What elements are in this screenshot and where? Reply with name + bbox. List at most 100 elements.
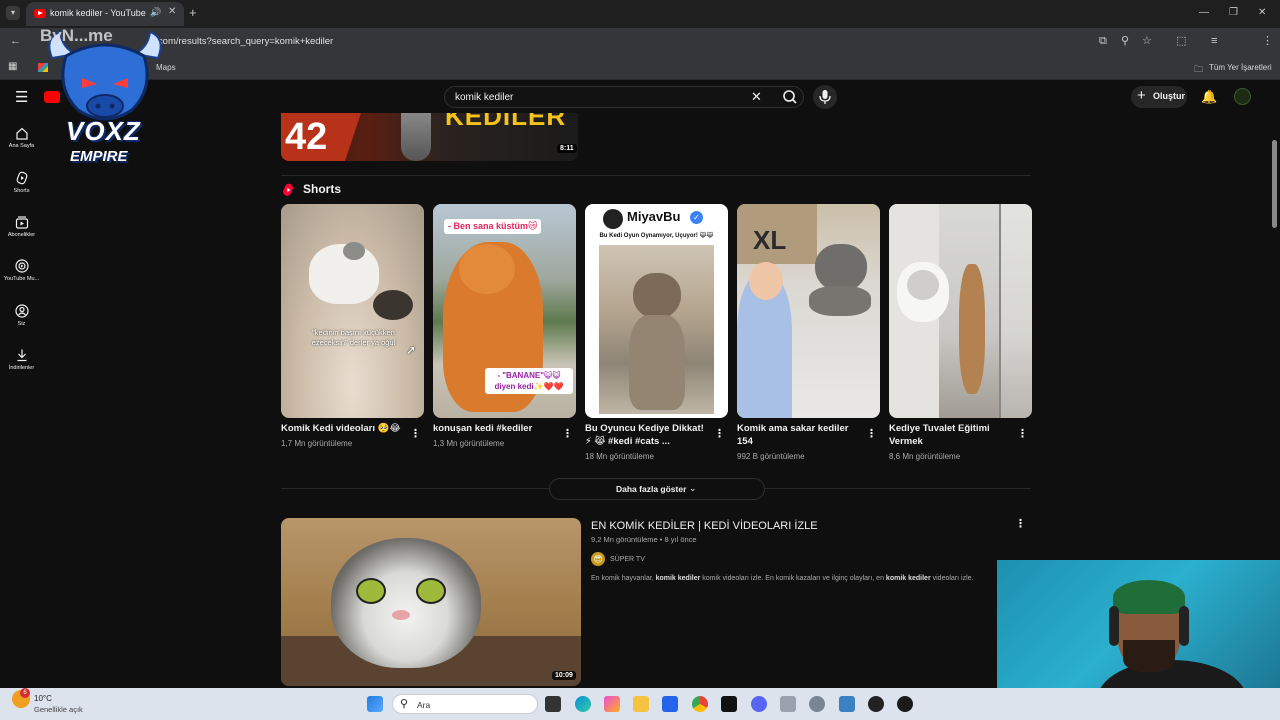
cat-head-image	[815, 244, 867, 292]
create-button[interactable]: + Oluştur	[1131, 86, 1187, 108]
short-thumbnail-4[interactable]: XL	[737, 204, 880, 418]
mouse-cursor-icon: ➚	[406, 343, 417, 357]
task-view-icon[interactable]	[545, 696, 561, 712]
show-more-label: Daha fazla göster	[616, 484, 687, 494]
channel-avatar[interactable]: 😎	[591, 552, 605, 566]
nav-item-shorts[interactable]: Shorts	[0, 171, 43, 194]
short-views-2: 1,3 Mn görüntüleme	[433, 439, 505, 448]
apps-grid-icon[interactable]: ▦	[8, 61, 17, 72]
channel-name: MiyavBu	[627, 209, 681, 224]
short-thumbnail-5[interactable]	[889, 204, 1032, 418]
search-input[interactable]: komik kediler	[455, 92, 513, 103]
hamburger-menu-icon[interactable]: ☰	[15, 88, 28, 106]
kitten-image	[373, 290, 413, 320]
shorts-heading: Shorts	[303, 182, 342, 196]
new-tab-button[interactable]: +	[189, 6, 197, 20]
nav-item-downloads[interactable]: İndirilenler	[0, 348, 43, 371]
copilot-icon[interactable]	[604, 696, 620, 712]
browser-tab-active[interactable]: komik kediler - YouTube 🔊 ✕	[26, 2, 184, 26]
nav-label-youtube-music: YouTube Mu...	[3, 276, 40, 282]
subscriptions-icon	[15, 216, 28, 229]
short-title-1[interactable]: Komik Kedi videoları 🥺😂	[281, 422, 403, 435]
bookmark-star-icon[interactable]: ☆	[1142, 35, 1152, 47]
toilet-bowl-image	[907, 270, 939, 300]
youtube-favicon-icon	[34, 9, 46, 18]
chrome-icon[interactable]	[692, 696, 708, 712]
extensions-icon[interactable]: ⬚	[1176, 35, 1186, 47]
restore-button[interactable]: ❐	[1229, 7, 1238, 18]
app-icon[interactable]	[897, 696, 913, 712]
page-scrollbar[interactable]	[1272, 140, 1277, 228]
cat-eye-left-image	[356, 578, 386, 604]
windows-start-icon[interactable]	[367, 696, 383, 712]
top-video-thumbnail[interactable]: 42 KEDİLER 8:11	[281, 113, 578, 161]
tab-search-dropdown[interactable]: ▾	[6, 6, 20, 20]
all-bookmarks[interactable]: Tüm Yer İşaretleri	[1209, 63, 1272, 72]
short-title-3[interactable]: Bu Oyuncu Kediye Dikkat! ⚡ 😹 #kedi #cats…	[585, 422, 707, 448]
audio-playing-icon[interactable]: 🔊	[150, 7, 161, 18]
browser-menu-icon[interactable]: ⋮	[1262, 35, 1273, 47]
short-title-2[interactable]: konuşan kedi #kediler	[433, 422, 555, 435]
short-menu-4[interactable]: ⋮	[866, 427, 877, 440]
discord-icon[interactable]	[751, 696, 767, 712]
result-video-thumbnail[interactable]: 10:09	[281, 518, 581, 686]
media-controls-icon[interactable]: ≡	[1211, 35, 1217, 47]
short-menu-3[interactable]: ⋮	[714, 427, 725, 440]
short-menu-1[interactable]: ⋮	[410, 427, 421, 440]
obs-icon[interactable]	[868, 696, 884, 712]
file-explorer-icon[interactable]	[633, 696, 649, 712]
user-circle-icon	[14, 304, 29, 318]
short-thumbnail-3[interactable]: MiyavBu ✓ Bu Kedi Oyun Oynamıyor, Uçuyor…	[585, 204, 728, 418]
video-duration: 10:09	[552, 671, 576, 680]
settings-gear-icon[interactable]	[809, 696, 825, 712]
back-arrow-icon[interactable]: ←	[10, 35, 21, 47]
edge-icon[interactable]	[575, 696, 591, 712]
channel-logo-overlay: VOXZ EMPIRE	[42, 28, 168, 178]
nav-item-you[interactable]: Siz	[0, 304, 43, 327]
result-menu[interactable]: ⋮	[1015, 517, 1026, 530]
close-window-button[interactable]: ✕	[1258, 7, 1266, 18]
cat-video-frame	[599, 245, 714, 414]
snipping-tool-icon[interactable]	[839, 696, 855, 712]
minimize-button[interactable]: —	[1199, 7, 1209, 18]
result-video-title[interactable]: EN KOMİK KEDİLER | KEDİ VİDEOLARI İZLE	[591, 520, 818, 532]
weather-temp: 10°C	[34, 694, 52, 703]
mail-icon[interactable]	[780, 696, 796, 712]
search-box[interactable]: komik kediler ✕	[444, 86, 804, 108]
nav-item-youtube-music[interactable]: YouTube Mu...	[0, 259, 43, 282]
short-title-4[interactable]: Komik ama sakar kediler 154	[737, 422, 859, 448]
tab-close-icon[interactable]: ✕	[168, 6, 176, 17]
show-more-button[interactable]: Daha fazla göster ⌄	[549, 478, 765, 500]
account-avatar[interactable]	[1234, 88, 1251, 105]
headphone-image	[1109, 606, 1119, 646]
short-thumbnail-2[interactable]: - Ben sana küstüm😿 - "BANANE"😺😺 diyen ke…	[433, 204, 576, 418]
cat-head-image	[633, 273, 681, 319]
store-icon[interactable]	[662, 696, 678, 712]
terminal-icon[interactable]	[721, 696, 737, 712]
short-menu-2[interactable]: ⋮	[562, 427, 573, 440]
result-channel-name[interactable]: SÜPER TV	[610, 556, 645, 563]
cat-body-image	[809, 286, 871, 316]
install-app-icon[interactable]: ⧉	[1099, 35, 1107, 47]
taskbar-search-box[interactable]: ⚲ Ara	[392, 694, 538, 714]
nav-label-home: Ana Sayfa	[8, 143, 35, 149]
zoom-icon[interactable]: ⚲	[1121, 35, 1129, 47]
voice-search-button[interactable]	[813, 85, 837, 109]
video-duration: 8:11	[557, 144, 577, 153]
nav-item-subscriptions[interactable]: Abonelikler	[0, 215, 43, 238]
cat-head-image	[343, 242, 365, 260]
microphone-icon	[819, 90, 831, 104]
nav-label-you: Siz	[17, 321, 26, 327]
search-button[interactable]	[775, 87, 805, 107]
nav-item-home[interactable]: Ana Sayfa	[0, 127, 43, 149]
chevron-down-icon: ⌄	[689, 483, 697, 493]
short-menu-5[interactable]: ⋮	[1017, 427, 1028, 440]
cat-nose-image	[392, 610, 410, 620]
omnibox-url[interactable]: e.com/results?search_query=komik+kediler	[150, 36, 333, 47]
notifications-bell-icon[interactable]: 🔔	[1201, 89, 1217, 105]
short-thumbnail-1[interactable]: "kedinin başını küçükken ezeceksin" derl…	[281, 204, 424, 418]
short-title-5[interactable]: Kediye Tuvalet Eğitimi Vermek	[889, 422, 1011, 448]
clear-search-icon[interactable]: ✕	[751, 89, 762, 105]
nav-label-downloads: İndirilenler	[8, 365, 35, 371]
omnibox[interactable]: e.com/results?search_query=komik+kediler	[100, 31, 1130, 53]
